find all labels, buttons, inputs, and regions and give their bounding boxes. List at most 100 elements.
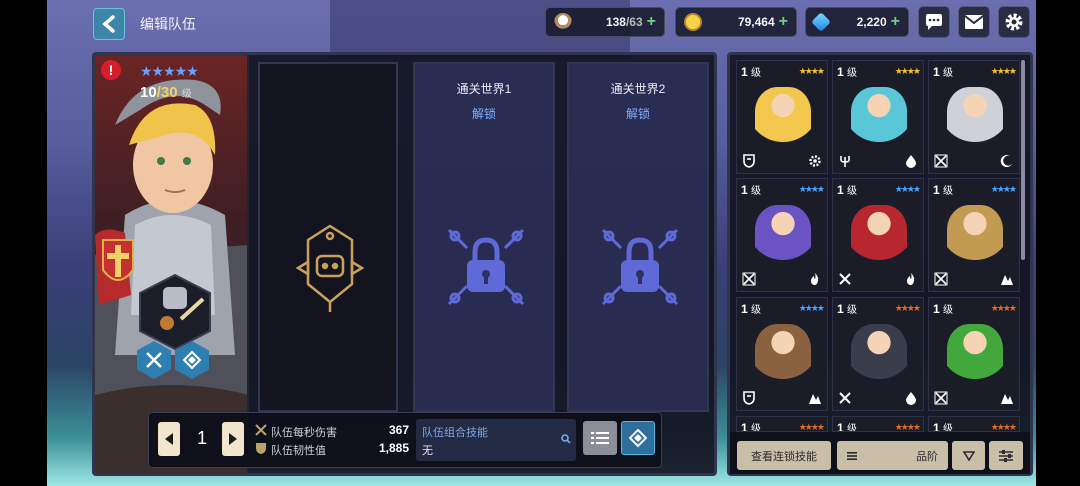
hero-level-unit: 级 bbox=[751, 305, 762, 316]
hero-level-unit: 级 bbox=[751, 68, 762, 79]
hero-sprite bbox=[851, 205, 907, 267]
search-icon[interactable] bbox=[561, 434, 571, 444]
hero-level-value: 1 bbox=[741, 302, 748, 316]
menu-icon bbox=[847, 451, 857, 460]
hero-sprite bbox=[947, 205, 1003, 267]
formation-button[interactable] bbox=[621, 421, 655, 455]
fire-icon bbox=[806, 270, 824, 288]
gem-counter[interactable]: 2,220 + bbox=[805, 7, 909, 37]
hero-level-value: 1 bbox=[837, 302, 844, 316]
party-slot-empty[interactable] bbox=[258, 62, 398, 412]
hero-roster-card[interactable]: 1 级 ★★★★ bbox=[928, 178, 1020, 292]
peak-icon bbox=[806, 389, 824, 407]
hero-level-value: 1 bbox=[837, 65, 844, 79]
hero-level-unit: 级 bbox=[181, 89, 192, 100]
back-button[interactable] bbox=[93, 8, 125, 40]
hero-level-value: 1 bbox=[933, 302, 940, 316]
team-prev-button[interactable] bbox=[158, 422, 180, 456]
hero-roster-card[interactable]: 1 级 ★★★★ bbox=[928, 60, 1020, 174]
chain-skill-button[interactable]: 查看连锁技能 bbox=[737, 441, 831, 470]
hero-star-rating: ★★★★ bbox=[894, 303, 921, 313]
chained-lock-icon bbox=[601, 228, 679, 306]
hero-roster-card[interactable]: 1 级 ★★★★ bbox=[832, 178, 924, 292]
combo-skill-value: 无 bbox=[422, 445, 433, 457]
hero-roster-card[interactable]: 1 级 ★★★★ bbox=[832, 297, 924, 411]
add-gold-icon[interactable]: + bbox=[779, 13, 788, 31]
hero-level-label: 1 级 bbox=[741, 301, 761, 316]
hero-star-rating: ★★★★ bbox=[798, 303, 825, 313]
hero-star-rating: ★★★★ bbox=[990, 422, 1017, 432]
hero-roster-card[interactable]: 1 级 ★★★★ bbox=[928, 416, 1020, 432]
roster-scrollbar[interactable] bbox=[1021, 60, 1025, 260]
hero-level-unit: 级 bbox=[847, 186, 858, 197]
hero-star-rating: ★★★★ bbox=[894, 66, 921, 76]
team-toughness-value: 1,885 bbox=[378, 441, 409, 455]
peak-icon bbox=[998, 389, 1016, 407]
hero-sprite bbox=[755, 87, 811, 149]
hero-star-rating: ★★★★ bbox=[798, 422, 825, 432]
hero-roster-card[interactable]: 1 级 ★★★★ bbox=[928, 297, 1020, 411]
hero-roster-card[interactable]: 1 级 ★★★★ bbox=[832, 416, 924, 432]
hero-roster-card[interactable]: 1 级 ★★★★ bbox=[736, 178, 828, 292]
screen-letterbox-left bbox=[0, 0, 47, 486]
slot-unlock-label: 解锁 bbox=[471, 107, 496, 121]
hero-level-value: 10 bbox=[140, 84, 157, 101]
page-title: 编辑队伍 bbox=[140, 16, 196, 32]
hero-card-knight[interactable] bbox=[95, 55, 249, 473]
hero-sprite bbox=[755, 205, 811, 267]
envelope-icon bbox=[964, 15, 984, 29]
sort-dropdown[interactable]: 品阶 bbox=[837, 441, 948, 470]
peak-icon bbox=[998, 270, 1016, 288]
sliders-icon bbox=[999, 449, 1013, 462]
trident-icon bbox=[836, 152, 854, 170]
hero-roster-card[interactable]: 1 级 ★★★★ bbox=[736, 416, 828, 432]
shield-icon bbox=[740, 152, 758, 170]
hero-level-label: 1 级 bbox=[837, 64, 857, 79]
triangle-right-icon bbox=[229, 433, 237, 445]
party-slot-locked[interactable]: 通关世界2 解锁 bbox=[567, 62, 709, 412]
hero-roster-card[interactable]: 1 级 ★★★★ bbox=[736, 60, 828, 174]
crossed-swords-icon bbox=[146, 352, 162, 368]
team-number: 1 bbox=[196, 428, 207, 448]
cross-icon bbox=[932, 270, 950, 288]
chevron-left-icon bbox=[102, 15, 115, 33]
hero-sprite bbox=[947, 324, 1003, 386]
hero-level-label: 1 级 bbox=[741, 182, 761, 197]
hero-roster-card[interactable]: 1 级 ★★★★ bbox=[832, 60, 924, 174]
sort-order-button[interactable] bbox=[952, 441, 985, 470]
team-next-button[interactable] bbox=[222, 422, 244, 456]
add-gems-icon[interactable]: + bbox=[891, 13, 900, 31]
hero-level-value: 1 bbox=[741, 421, 748, 432]
hero-level-unit: 级 bbox=[943, 68, 954, 79]
party-slot-locked[interactable]: 通关世界1 解锁 bbox=[413, 62, 555, 412]
stamina-max: /63 bbox=[625, 15, 643, 29]
fire-icon bbox=[902, 270, 920, 288]
knight-portrait bbox=[95, 79, 247, 473]
hero-level-unit: 级 bbox=[847, 424, 858, 432]
chat-bubble-icon bbox=[926, 14, 942, 30]
gold-coin-icon bbox=[684, 13, 702, 31]
hero-level: 10/30 级 bbox=[140, 84, 192, 101]
chat-button[interactable] bbox=[918, 6, 950, 38]
hero-roster-card[interactable]: 1 级 ★★★★ bbox=[736, 297, 828, 411]
hero-star-rating: ★★★★ bbox=[990, 303, 1017, 313]
stamina-counter[interactable]: 138/63 + bbox=[545, 7, 665, 37]
hero-level-unit: 级 bbox=[751, 424, 762, 432]
gem-value: 2,220 bbox=[856, 15, 887, 29]
hero-star-rating: ★★★★ bbox=[990, 66, 1017, 76]
filter-button[interactable] bbox=[989, 441, 1023, 470]
hero-level-value: 1 bbox=[933, 65, 940, 79]
gold-counter[interactable]: 79,464 + bbox=[675, 7, 797, 37]
settings-button[interactable] bbox=[998, 6, 1030, 38]
hero-level-value: 1 bbox=[837, 421, 844, 432]
hero-level-unit: 级 bbox=[943, 305, 954, 316]
diamond-emblem-icon bbox=[629, 429, 647, 447]
mail-button[interactable] bbox=[958, 6, 990, 38]
list-view-button[interactable] bbox=[583, 421, 617, 455]
hero-sprite bbox=[851, 87, 907, 149]
gear-icon bbox=[806, 152, 824, 170]
hero-level-unit: 级 bbox=[943, 186, 954, 197]
add-stamina-icon[interactable]: + bbox=[647, 13, 656, 31]
hero-level-unit: 级 bbox=[943, 424, 954, 432]
sword-icon bbox=[836, 389, 854, 407]
